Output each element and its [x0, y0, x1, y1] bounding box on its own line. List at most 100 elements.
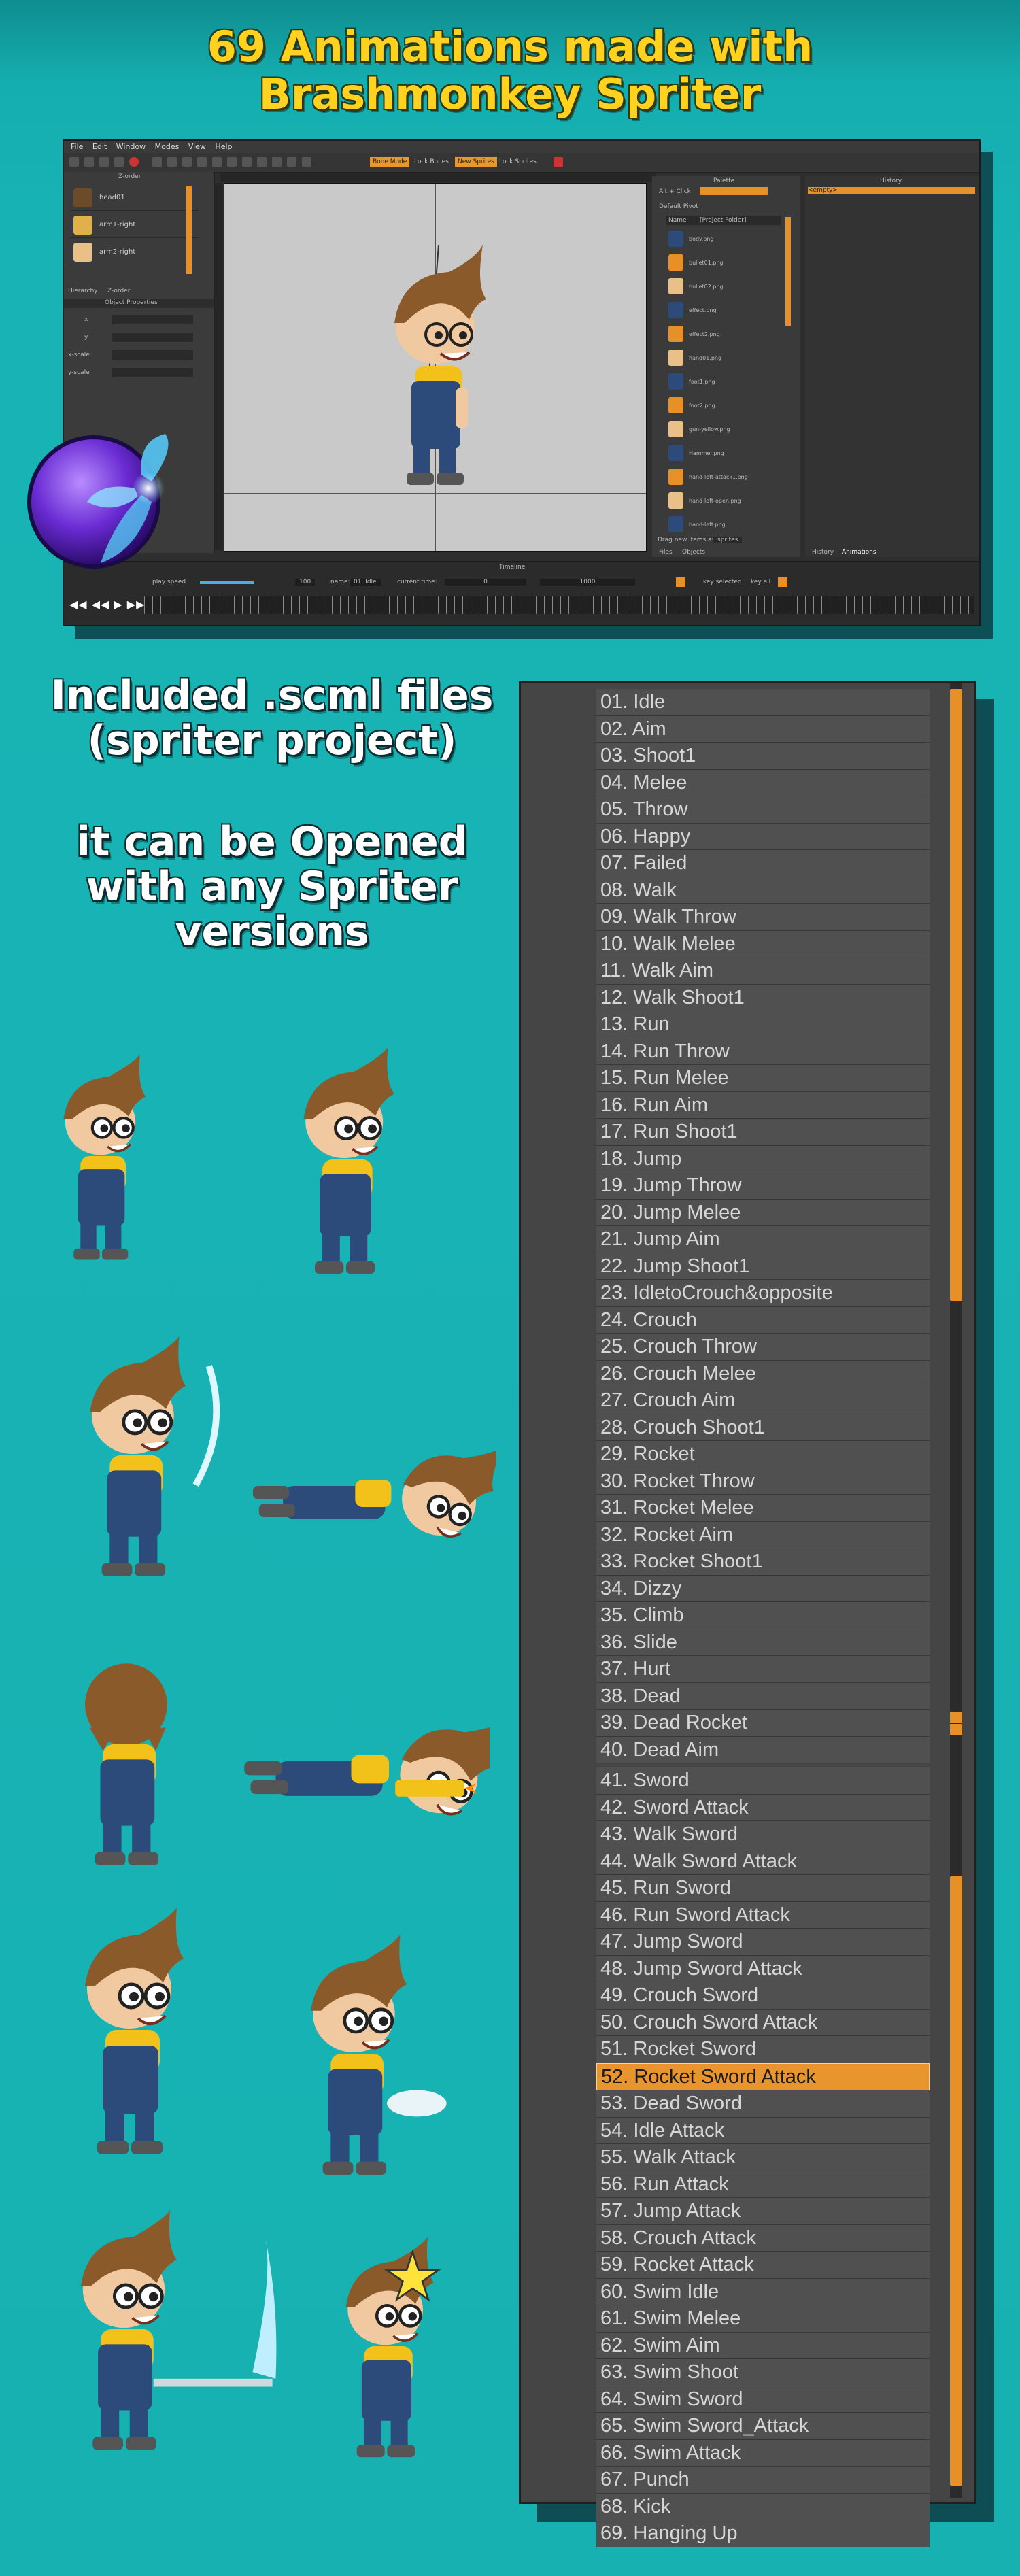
warning-icon[interactable]: [554, 157, 563, 167]
animation-item[interactable]: 43. Walk Sword: [596, 1821, 930, 1848]
anim-name-field[interactable]: 01. Idle: [350, 579, 381, 586]
drag-option-select[interactable]: sprites: [713, 537, 743, 543]
animation-item[interactable]: 37. Hurt: [596, 1656, 930, 1683]
tool-icon[interactable]: [227, 157, 237, 167]
animation-item[interactable]: 16. Run Aim: [596, 1091, 930, 1119]
files-tab[interactable]: Files: [659, 549, 673, 556]
animation-item[interactable]: 38. Dead: [596, 1682, 930, 1710]
animation-item[interactable]: 28. Crouch Shoot1: [596, 1414, 930, 1441]
animation-item[interactable]: 18. Jump: [596, 1145, 930, 1172]
lock-sprites-label[interactable]: Lock Sprites: [499, 157, 537, 167]
tool-icon[interactable]: [242, 157, 252, 167]
palette-file-item[interactable]: foot2.png: [668, 396, 784, 416]
open-icon[interactable]: [69, 157, 79, 167]
palette-file-item[interactable]: hand-left-attack1.png: [668, 467, 784, 488]
animation-item[interactable]: 31. Rocket Melee: [596, 1495, 930, 1522]
history-item-selected[interactable]: <empty>: [808, 187, 975, 194]
hierarchy-item[interactable]: arm1-right: [69, 213, 199, 238]
folder-column-header[interactable]: [Project Folder]: [700, 217, 747, 224]
history-tab[interactable]: History: [812, 549, 834, 556]
tool-icon[interactable]: [152, 157, 162, 167]
animation-item[interactable]: 46. Run Sword Attack: [596, 1901, 930, 1929]
tool-icon[interactable]: [167, 157, 177, 167]
animation-item[interactable]: 10. Walk Melee: [596, 930, 930, 957]
animation-item[interactable]: 14. Run Throw: [596, 1038, 930, 1065]
palette-file-item[interactable]: foot1.png: [668, 372, 784, 392]
list-scroll-thumb[interactable]: [950, 689, 962, 1301]
menu-window[interactable]: Window: [116, 142, 146, 151]
animation-item[interactable]: 49. Crouch Sword: [596, 1982, 930, 2010]
undo-icon[interactable]: [99, 157, 109, 167]
animation-item[interactable]: 23. IdletoCrouch&opposite: [596, 1280, 930, 1307]
current-time-field[interactable]: 0: [445, 579, 526, 586]
playback-controls[interactable]: ◀◀ ◀◀ ▶ ▶▶: [69, 598, 145, 611]
animation-item[interactable]: 01. Idle: [596, 689, 930, 716]
animation-item[interactable]: 63. Swim Shoot: [596, 2359, 930, 2386]
animation-item[interactable]: 42. Sword Attack: [596, 1794, 930, 1821]
prop-y-field[interactable]: [112, 333, 193, 342]
animation-item[interactable]: 32. Rocket Aim: [596, 1521, 930, 1548]
name-column-header[interactable]: Name: [668, 217, 687, 224]
animation-item[interactable]: 12. Walk Shoot1: [596, 984, 930, 1011]
hierarchy-item[interactable]: arm2-right: [69, 240, 199, 265]
save-icon[interactable]: [84, 157, 94, 167]
animation-item[interactable]: 67. Punch: [596, 2467, 930, 2494]
loop-icon[interactable]: [778, 577, 787, 587]
animation-item[interactable]: 47. Jump Sword: [596, 1929, 930, 1956]
record-icon[interactable]: [129, 157, 139, 167]
prop-xscale-field[interactable]: [112, 350, 193, 360]
animation-item[interactable]: 04. Melee: [596, 769, 930, 796]
play-speed-slider[interactable]: [200, 581, 254, 584]
palette-file-item[interactable]: bullet01.png: [668, 253, 784, 273]
animation-item[interactable]: 07. Failed: [596, 850, 930, 877]
animation-item[interactable]: 25. Crouch Throw: [596, 1334, 930, 1361]
play-speed-field[interactable]: 100: [295, 579, 316, 586]
animation-item[interactable]: 60. Swim Idle: [596, 2278, 930, 2305]
menu-modes[interactable]: Modes: [155, 142, 180, 151]
animation-item[interactable]: 54. Idle Attack: [596, 2117, 930, 2144]
animation-item[interactable]: 21. Jump Aim: [596, 1226, 930, 1253]
palette-file-item[interactable]: hand-left.png: [668, 515, 784, 535]
animation-item[interactable]: 40. Dead Aim: [596, 1736, 930, 1763]
palette-file-item[interactable]: gun-yellow.png: [668, 420, 784, 440]
animation-item[interactable]: 26. Crouch Melee: [596, 1360, 930, 1387]
animation-item[interactable]: 39. Dead Rocket: [596, 1710, 930, 1737]
lock-bones-label[interactable]: Lock Bones: [414, 157, 449, 167]
animation-item[interactable]: 35. Climb: [596, 1602, 930, 1629]
animation-item[interactable]: 48. Jump Sword Attack: [596, 1955, 930, 1982]
tool-icon[interactable]: [182, 157, 192, 167]
alt-click-select[interactable]: [700, 187, 768, 195]
animation-item-selected[interactable]: 52. Rocket Sword Attack: [596, 2063, 930, 2090]
animation-item[interactable]: 58. Crouch Attack: [596, 2224, 930, 2252]
list-scrollbar-bottom[interactable]: [950, 1724, 962, 2498]
animation-item[interactable]: 08. Walk: [596, 877, 930, 904]
animation-item[interactable]: 55. Walk Attack: [596, 2144, 930, 2171]
animation-item[interactable]: 22. Jump Shoot1: [596, 1253, 930, 1280]
animation-item[interactable]: 53. Dead Sword: [596, 2090, 930, 2118]
menu-view[interactable]: View: [188, 142, 206, 151]
animation-item[interactable]: 06. Happy: [596, 823, 930, 850]
z-order-tab[interactable]: Z-order: [107, 288, 130, 294]
menu-file[interactable]: File: [71, 142, 83, 151]
animation-item[interactable]: 19. Jump Throw: [596, 1172, 930, 1200]
tool-icon[interactable]: [212, 157, 222, 167]
animation-item[interactable]: 57. Jump Attack: [596, 2198, 930, 2225]
list-scrollbar-top[interactable]: [950, 683, 962, 1724]
animation-item[interactable]: 36. Slide: [596, 1629, 930, 1656]
animation-item[interactable]: 13. Run: [596, 1011, 930, 1038]
animations-tab[interactable]: Animations: [842, 549, 877, 556]
spriter-canvas[interactable]: [224, 183, 647, 552]
animation-item[interactable]: 29. Rocket: [596, 1441, 930, 1468]
animation-item[interactable]: 62. Swim Aim: [596, 2332, 930, 2359]
animation-item[interactable]: 50. Crouch Sword Attack: [596, 2009, 930, 2036]
animation-item[interactable]: 02. Aim: [596, 715, 930, 743]
animation-item[interactable]: 69. Hanging Up: [596, 2520, 930, 2547]
animation-item[interactable]: 05. Throw: [596, 796, 930, 824]
menu-help[interactable]: Help: [215, 142, 232, 151]
animation-item[interactable]: 45. Run Sword: [596, 1875, 930, 1902]
animation-item[interactable]: 33. Rocket Shoot1: [596, 1548, 930, 1576]
menu-edit[interactable]: Edit: [92, 142, 107, 151]
animation-item[interactable]: 59. Rocket Attack: [596, 2252, 930, 2279]
animation-item[interactable]: 61. Swim Melee: [596, 2305, 930, 2333]
bone-mode-button[interactable]: Bone Mode: [370, 157, 410, 167]
